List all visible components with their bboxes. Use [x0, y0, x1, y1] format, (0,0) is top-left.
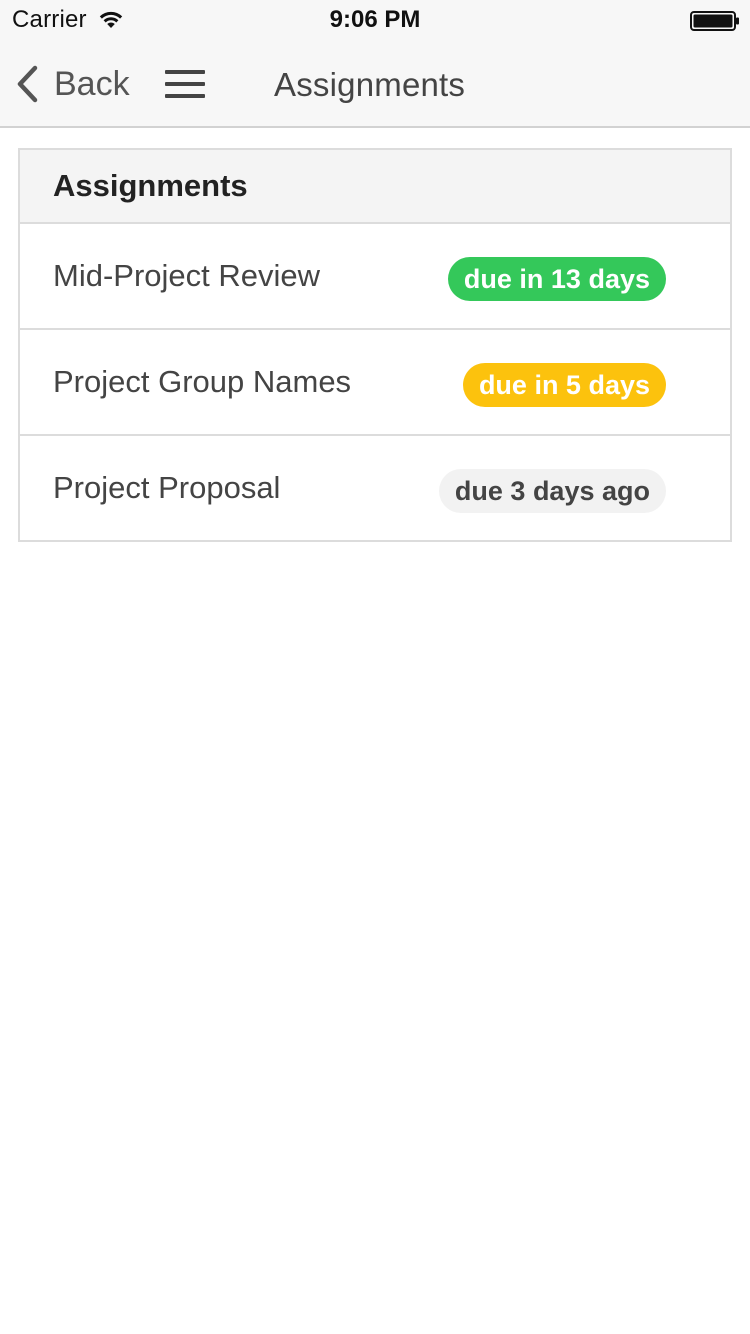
assignment-row-project-proposal[interactable]: Project Proposal due 3 days ago: [20, 436, 730, 540]
back-button[interactable]: Back: [14, 60, 144, 108]
page-title: Assignments: [274, 66, 466, 103]
status-bar: Carrier 9:06 PM: [0, 0, 750, 40]
back-label: Back: [54, 65, 130, 103]
menu-bar-line: [165, 82, 205, 86]
menu-bar-line: [165, 94, 205, 98]
assignment-name: Mid-Project Review: [53, 258, 321, 293]
assignment-name: Project Proposal: [53, 470, 281, 505]
panel-header: Assignments: [20, 150, 730, 224]
chevron-left-icon: [17, 65, 38, 103]
assignments-panel: Assignments Mid-Project Review due in 13…: [18, 148, 732, 542]
navigation-bar: Back Assignments: [0, 40, 750, 128]
screen: Carrier 9:06 PM Back Assignments Assignm…: [0, 0, 750, 1334]
panel-title: Assignments: [53, 168, 248, 203]
assignment-row-project-group-names[interactable]: Project Group Names due in 5 days: [20, 330, 730, 436]
assignment-row-mid-project-review[interactable]: Mid-Project Review due in 13 days: [20, 224, 730, 330]
due-badge: due 3 days ago: [438, 469, 666, 513]
due-badge: due in 5 days: [462, 363, 666, 407]
status-time: 9:06 PM: [329, 6, 421, 33]
hamburger-menu-icon[interactable]: [163, 66, 207, 102]
menu-bar-line: [165, 70, 205, 74]
due-badge: due in 13 days: [447, 257, 666, 301]
battery-icon: [690, 11, 739, 31]
assignment-name: Project Group Names: [53, 364, 352, 399]
